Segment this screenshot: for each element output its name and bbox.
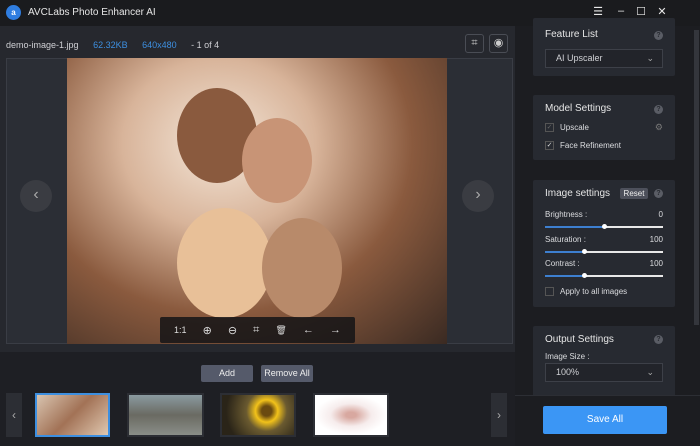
save-all-button[interactable]: Save All (543, 406, 667, 434)
brightness-value: 0 (658, 210, 663, 219)
minimize-button[interactable]: – (614, 5, 628, 17)
app-logo-icon: a (6, 5, 21, 20)
file-name: demo-image-1.jpg (6, 40, 79, 50)
slider-knob[interactable] (581, 273, 587, 278)
gear-icon[interactable]: ⚙ (655, 122, 663, 133)
arrow-right-icon[interactable]: → (330, 324, 341, 336)
chevron-down-icon: ⌄ (646, 367, 654, 377)
thumbnail-sunflower[interactable] (220, 393, 296, 437)
file-info: demo-image-1.jpg 62.32KB 640x480 - 1 of … (6, 40, 231, 50)
thumbnail-selfie[interactable] (35, 393, 110, 437)
brightness-slider[interactable] (545, 224, 663, 229)
help-icon[interactable]: ? (654, 105, 663, 114)
preview-eye-button[interactable]: ◉ (489, 34, 508, 53)
maximize-button[interactable]: ☐ (634, 5, 648, 18)
contrast-value: 100 (649, 259, 663, 268)
upscale-checkbox[interactable]: ✓ (545, 123, 554, 132)
settings-scrollbar[interactable] (694, 30, 699, 325)
saturation-slider[interactable] (545, 249, 663, 254)
contrast-slider[interactable] (545, 273, 663, 278)
thumbnail-anime[interactable] (313, 393, 389, 437)
file-dimensions: 640x480 (142, 40, 177, 50)
help-icon[interactable]: ? (654, 335, 663, 344)
file-size: 62.32KB (93, 40, 128, 50)
feature-select-value: AI Upscaler (556, 53, 603, 63)
viewer-toolbar: 1:1 ⊕ ⊖ ⌗ 🗑 ← → (160, 317, 355, 343)
upscale-label: Upscale (560, 123, 589, 132)
crop-button[interactable]: ⌗ (465, 34, 484, 53)
feature-select[interactable]: AI Upscaler ⌄ (545, 49, 663, 68)
output-settings-title: Output Settings (545, 334, 614, 345)
next-image-button[interactable]: › (462, 180, 494, 212)
menu-icon[interactable]: ☰ (591, 5, 605, 18)
saturation-value: 100 (649, 235, 663, 244)
help-icon[interactable]: ? (654, 31, 663, 40)
face-refinement-checkbox[interactable]: ✓ (545, 141, 554, 150)
slider-knob[interactable] (581, 249, 587, 254)
thumb-prev-button[interactable]: ‹ (6, 393, 22, 437)
apply-all-checkbox[interactable] (545, 287, 554, 296)
output-settings-card: Output Settings ? Image Size : 100% ⌄ (533, 326, 675, 406)
delete-icon[interactable]: 🗑 (275, 325, 286, 336)
actual-size-button[interactable]: 1:1 (174, 325, 187, 335)
preview-image (67, 58, 447, 344)
remove-all-button[interactable]: Remove All (261, 365, 313, 382)
help-icon[interactable]: ? (654, 189, 663, 198)
file-position: - 1 of 4 (191, 40, 220, 50)
feature-list-card: Feature List ? AI Upscaler ⌄ (533, 18, 675, 76)
slider-knob[interactable] (602, 224, 607, 229)
image-settings-title: Image settings (545, 188, 611, 199)
apply-all-label: Apply to all images (560, 287, 628, 296)
prev-image-button[interactable]: ‹ (20, 180, 52, 212)
image-size-label: Image Size : (545, 352, 590, 361)
face-refinement-label: Face Refinement (560, 141, 621, 150)
saturation-label: Saturation : (545, 235, 586, 244)
close-button[interactable]: ✕ (655, 5, 669, 18)
contrast-label: Contrast : (545, 259, 580, 268)
chevron-down-icon: ⌄ (646, 53, 654, 63)
reset-button[interactable]: Reset (620, 188, 648, 199)
app-title: AVCLabs Photo Enhancer AI (28, 7, 156, 18)
image-size-select[interactable]: 100% ⌄ (545, 363, 663, 382)
zoom-out-icon[interactable]: ⊖ (228, 324, 237, 337)
model-settings-card: Model Settings ? ✓ Upscale ⚙ ✓ Face Refi… (533, 95, 675, 160)
image-settings-card: Image settings Reset ? Brightness : 0 Sa… (533, 180, 675, 307)
add-button[interactable]: Add (201, 365, 253, 382)
zoom-in-icon[interactable]: ⊕ (203, 324, 212, 337)
thumbnail-city[interactable] (127, 393, 204, 437)
feature-list-title: Feature List (545, 29, 598, 40)
crop-icon[interactable]: ⌗ (253, 324, 259, 337)
arrow-left-icon[interactable]: ← (303, 324, 314, 336)
thumb-next-button[interactable]: › (491, 393, 507, 437)
model-settings-title: Model Settings (545, 103, 612, 114)
brightness-label: Brightness : (545, 210, 588, 219)
image-size-value: 100% (556, 367, 580, 377)
